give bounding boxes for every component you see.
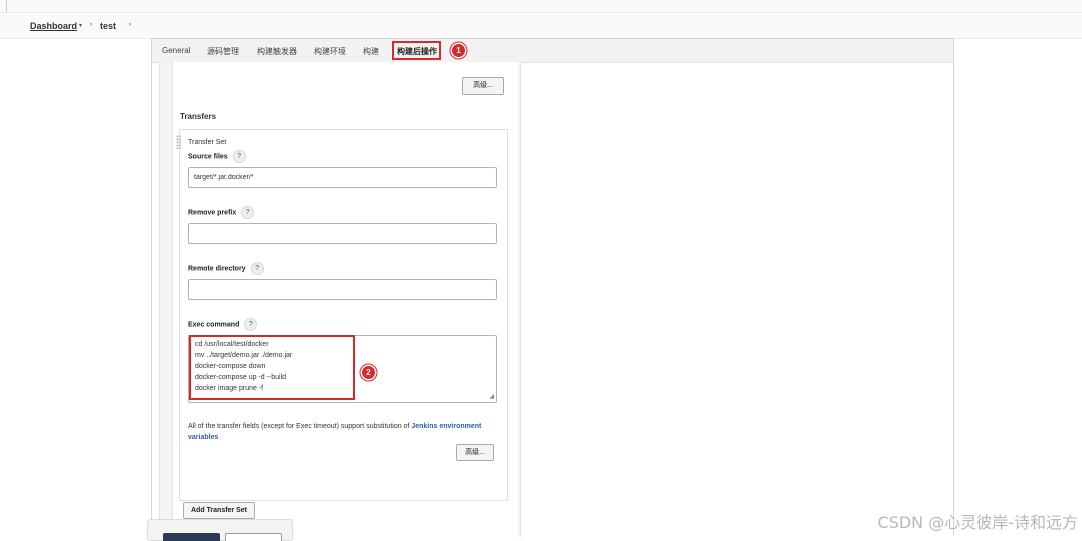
config-tabbar: General 源码管理 构建触发器 构建环境 构建 构建后操作 1 xyxy=(152,39,953,63)
help-icon[interactable]: ? xyxy=(232,150,246,163)
chevron-down-icon[interactable]: ▾ xyxy=(79,22,82,29)
tab-source-control[interactable]: 源码管理 xyxy=(207,46,239,57)
annotation-badge: 2 xyxy=(362,366,375,379)
exec-command-label-text: Exec command xyxy=(188,321,240,329)
advanced-button[interactable]: 高级... xyxy=(462,77,504,95)
help-icon[interactable]: ? xyxy=(244,318,258,331)
tab-build-triggers[interactable]: 构建触发器 xyxy=(257,46,297,57)
exec-command-label: Exec command? xyxy=(188,318,258,331)
tab-build-environment[interactable]: 构建环境 xyxy=(314,46,346,57)
window-top-strip xyxy=(0,0,1082,13)
transfer-hint-text: All of the transfer fields (except for E… xyxy=(188,421,498,443)
drag-handle-icon[interactable] xyxy=(176,135,181,149)
remove-prefix-label-text: Remove prefix xyxy=(188,209,237,217)
watermark: CSDN @心灵彼岸-诗和远方 xyxy=(877,513,1078,532)
page-edge xyxy=(6,0,7,12)
annotation-badge: 1 xyxy=(452,44,465,57)
remote-directory-input[interactable] xyxy=(188,279,497,300)
annotation-highlight-box xyxy=(189,335,355,400)
source-files-label: Source files? xyxy=(188,150,246,163)
save-button[interactable] xyxy=(163,533,220,541)
help-icon[interactable]: ? xyxy=(250,262,264,275)
apply-button[interactable] xyxy=(225,533,282,541)
breadcrumb: Dashboard ▾ › test › xyxy=(0,14,1082,39)
help-icon[interactable]: ? xyxy=(241,206,255,219)
source-files-input[interactable] xyxy=(188,167,497,188)
remove-prefix-input[interactable] xyxy=(188,223,497,244)
tab-general[interactable]: General xyxy=(162,46,190,55)
breadcrumb-separator-icon[interactable]: › xyxy=(129,22,131,28)
advanced-button[interactable]: 高级... xyxy=(456,444,494,461)
annotation-highlight-box xyxy=(392,41,441,60)
breadcrumb-separator-icon: › xyxy=(90,22,92,28)
transfer-set-label: Transfer Set xyxy=(188,139,227,146)
breadcrumb-dashboard-link[interactable]: Dashboard xyxy=(30,21,77,31)
job-config-panel: General 源码管理 构建触发器 构建环境 构建 构建后操作 1 高级...… xyxy=(147,38,954,541)
remote-directory-label-text: Remote directory xyxy=(188,265,246,273)
remote-directory-label: Remote directory? xyxy=(188,262,264,275)
form-action-bar xyxy=(147,519,293,541)
remove-prefix-label: Remove prefix? xyxy=(188,206,255,219)
breadcrumb-job-link[interactable]: test xyxy=(100,21,116,31)
resize-handle-icon[interactable]: ◢ xyxy=(489,393,494,400)
hint-text: All of the transfer fields (except for E… xyxy=(188,423,412,430)
tab-build[interactable]: 构建 xyxy=(363,46,379,57)
source-files-label-text: Source files xyxy=(188,153,228,161)
add-transfer-set-button[interactable]: Add Transfer Set xyxy=(183,502,255,519)
transfers-heading: Transfers xyxy=(180,112,217,121)
